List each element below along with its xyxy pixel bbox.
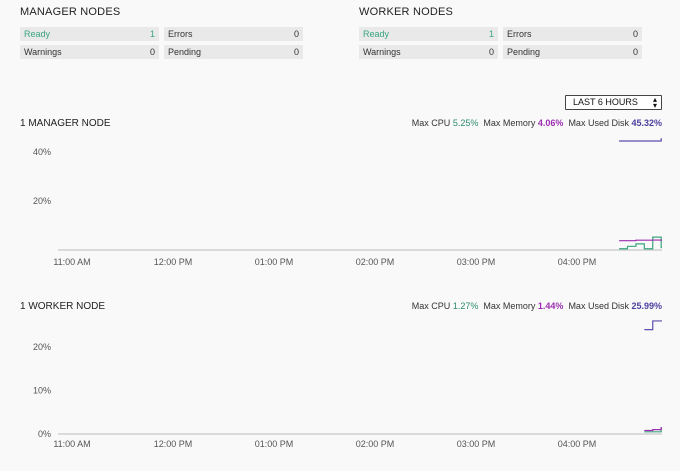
manager-x-tick-label: 12:00 PM bbox=[154, 257, 193, 267]
manager-warnings-cell[interactable]: Warnings 0 bbox=[20, 45, 159, 59]
worker-x-tick-label: 12:00 PM bbox=[154, 439, 193, 449]
worker-x-tick-label: 03:00 PM bbox=[457, 439, 496, 449]
worker-pending-label: Pending bbox=[507, 47, 541, 57]
manager-y-tick-label: 40% bbox=[33, 147, 51, 157]
worker-pending-cell[interactable]: Pending 0 bbox=[503, 45, 642, 59]
manager-errors-label: Errors bbox=[168, 29, 193, 39]
worker-usage-chart[interactable]: 0% 10% 20% 11:00 AM 12:00 PM 01:00 PM 02:00 PM… bbox=[0, 318, 680, 453]
manager-max-memory-value: 4.06% bbox=[537, 118, 564, 128]
worker-y-tick-label: 0% bbox=[38, 429, 51, 439]
manager-max-cpu-value: 5.25% bbox=[452, 118, 479, 128]
manager-max-memory-label: Max Memory bbox=[483, 118, 536, 128]
manager-x-tick-label: 02:00 PM bbox=[356, 257, 395, 267]
manager-errors-value: 0 bbox=[293, 29, 299, 39]
worker-warnings-label: Warnings bbox=[363, 47, 401, 57]
worker-errors-value: 0 bbox=[632, 29, 638, 39]
worker-max-disk-label: Max Used Disk bbox=[568, 301, 629, 311]
manager-max-disk-label: Max Used Disk bbox=[568, 118, 629, 128]
worker-x-tick-label: 11:00 AM bbox=[53, 439, 90, 449]
worker-max-memory-value: 1.44% bbox=[537, 301, 564, 311]
worker-series-memory bbox=[644, 427, 662, 432]
manager-x-tick-label: 01:00 PM bbox=[255, 257, 294, 267]
manager-series-memory bbox=[619, 239, 662, 242]
worker-x-tick-label: 01:00 PM bbox=[255, 439, 294, 449]
worker-warnings-value: 0 bbox=[488, 47, 494, 57]
manager-warnings-value: 0 bbox=[149, 47, 155, 57]
worker-ready-value: 1 bbox=[488, 29, 494, 39]
worker-max-cpu-label: Max CPU bbox=[411, 301, 451, 311]
worker-ready-cell[interactable]: Ready 1 bbox=[359, 27, 498, 41]
manager-pending-label: Pending bbox=[168, 47, 202, 57]
worker-x-tick-label: 04:00 PM bbox=[558, 439, 597, 449]
worker-y-tick-label: 20% bbox=[33, 342, 51, 352]
manager-chart-stats: Max CPU 5.25% Max Memory 4.06% Max Used … bbox=[412, 118, 662, 128]
worker-errors-cell[interactable]: Errors 0 bbox=[503, 27, 642, 41]
worker-chart-stats: Max CPU 1.27% Max Memory 1.44% Max Used … bbox=[412, 301, 662, 311]
manager-series-cpu bbox=[619, 236, 662, 250]
manager-max-disk-value: 45.32% bbox=[631, 118, 662, 128]
worker-chart-title: 1 WORKER NODE bbox=[20, 301, 106, 312]
time-range-value: LAST 6 HOURS bbox=[573, 97, 638, 107]
worker-y-tick-label: 10% bbox=[33, 386, 51, 396]
worker-pending-value: 0 bbox=[632, 47, 638, 57]
manager-warnings-label: Warnings bbox=[24, 47, 62, 57]
manager-y-tick-label: 20% bbox=[33, 196, 51, 206]
worker-series-disk bbox=[644, 320, 662, 331]
chevron-up-down-icon: ▴ ▾ bbox=[652, 95, 657, 110]
manager-errors-cell[interactable]: Errors 0 bbox=[164, 27, 303, 41]
worker-max-disk-value: 25.99% bbox=[631, 301, 662, 311]
manager-x-tick-label: 11:00 AM bbox=[53, 257, 90, 267]
worker-errors-label: Errors bbox=[507, 29, 532, 39]
worker-max-memory-label: Max Memory bbox=[483, 301, 536, 311]
time-range-select[interactable]: LAST 6 HOURS ▴ ▾ bbox=[565, 95, 662, 110]
manager-pending-cell[interactable]: Pending 0 bbox=[164, 45, 303, 59]
manager-x-tick-label: 04:00 PM bbox=[558, 257, 597, 267]
manager-series-disk bbox=[619, 138, 662, 142]
worker-warnings-cell[interactable]: Warnings 0 bbox=[359, 45, 498, 59]
manager-max-cpu-label: Max CPU bbox=[411, 118, 451, 128]
worker-nodes-title: WORKER NODES bbox=[359, 6, 454, 18]
manager-x-tick-label: 03:00 PM bbox=[457, 257, 496, 267]
worker-ready-label: Ready bbox=[363, 29, 390, 39]
manager-ready-cell[interactable]: Ready 1 bbox=[20, 27, 159, 41]
worker-x-tick-label: 02:00 PM bbox=[356, 439, 395, 449]
worker-max-cpu-value: 1.27% bbox=[452, 301, 479, 311]
manager-chart-title: 1 MANAGER NODE bbox=[20, 118, 111, 129]
manager-pending-value: 0 bbox=[293, 47, 299, 57]
manager-ready-label: Ready bbox=[24, 29, 51, 39]
manager-usage-chart[interactable]: 20% 40% 11:00 AM 12:00 PM 01:00 PM 02:00 PM 03… bbox=[0, 135, 680, 275]
manager-nodes-title: MANAGER NODES bbox=[20, 6, 121, 18]
manager-ready-value: 1 bbox=[149, 29, 155, 39]
